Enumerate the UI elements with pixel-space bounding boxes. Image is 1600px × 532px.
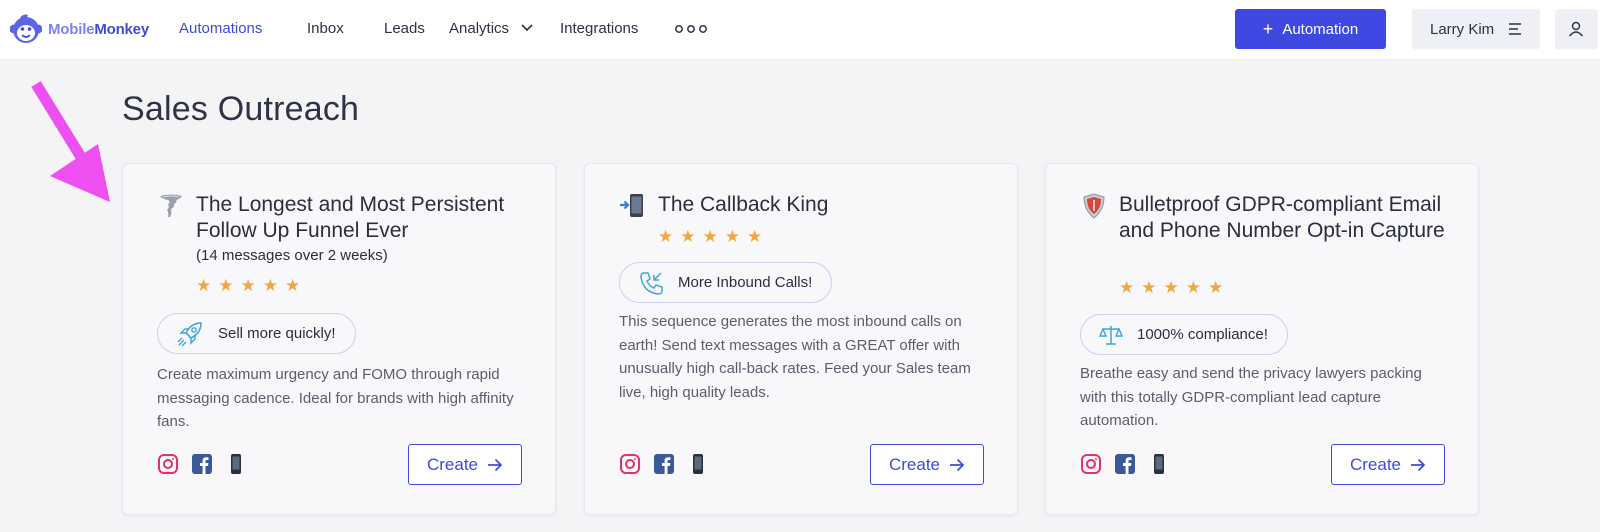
- nav-integrations[interactable]: Integrations: [560, 20, 638, 37]
- badge-label: More Inbound Calls!: [678, 274, 813, 291]
- star-rating: ★ ★ ★ ★ ★: [196, 277, 300, 294]
- new-automation-label: Automation: [1282, 20, 1359, 38]
- facebook-icon: [653, 453, 675, 475]
- badge-label: Sell more quickly!: [218, 325, 336, 342]
- sms-phone-icon: [1148, 453, 1170, 475]
- page-title: Sales Outreach: [122, 90, 360, 128]
- user-name: Larry Kim: [1430, 20, 1495, 38]
- star-rating: ★ ★ ★ ★ ★: [1119, 279, 1223, 296]
- template-card: The Longest and Most Persistent Follow U…: [122, 163, 556, 515]
- instagram-icon: [619, 453, 641, 475]
- create-button[interactable]: Create: [870, 444, 984, 485]
- mobile-phone-arrow-icon: [620, 194, 643, 217]
- star-icon: ★: [1163, 278, 1179, 297]
- user-icon: [1568, 21, 1584, 37]
- nav-inbox[interactable]: Inbox: [307, 20, 344, 37]
- new-automation-button[interactable]: + Automation: [1235, 9, 1386, 49]
- annotation-arrow-icon: [31, 81, 110, 202]
- nav-leads[interactable]: Leads: [384, 20, 425, 37]
- card-subtitle: (14 messages over 2 weeks): [196, 247, 388, 264]
- card-description: Create maximum urgency and FOMO through …: [157, 366, 514, 430]
- facebook-icon: [1114, 453, 1136, 475]
- nav-analytics[interactable]: Analytics: [449, 20, 509, 37]
- benefit-badge: More Inbound Calls!: [619, 262, 833, 303]
- create-label: Create: [1349, 454, 1402, 474]
- tornado-icon: [160, 194, 182, 217]
- nav-automations[interactable]: Automations: [179, 20, 262, 37]
- monkey-logo-icon: [10, 14, 42, 43]
- phone-incoming-icon: [640, 271, 663, 295]
- sms-phone-icon: [687, 453, 709, 475]
- rocket-icon: [177, 321, 202, 346]
- star-icon: ★: [1185, 278, 1201, 297]
- instagram-icon: [157, 453, 179, 475]
- channel-icons: [1080, 453, 1182, 475]
- card-title: The Callback King: [658, 193, 829, 216]
- card-description: Breathe easy and send the privacy lawyer…: [1080, 365, 1422, 429]
- arrow-right-icon: [950, 458, 965, 471]
- profile-button[interactable]: [1555, 9, 1598, 49]
- instagram-icon: [1080, 453, 1102, 475]
- chevron-down-icon[interactable]: [520, 23, 534, 33]
- star-icon: ★: [196, 276, 212, 295]
- template-card: Bulletproof GDPR-compliant Email and Pho…: [1045, 163, 1479, 515]
- star-icon: ★: [218, 276, 234, 295]
- star-rating: ★ ★ ★ ★ ★: [658, 228, 762, 245]
- star-icon: ★: [240, 276, 256, 295]
- sms-phone-icon: [225, 453, 247, 475]
- star-icon: ★: [285, 276, 301, 295]
- create-label: Create: [888, 454, 941, 474]
- create-button[interactable]: Create: [408, 444, 522, 485]
- star-icon: ★: [680, 227, 696, 246]
- star-icon: ★: [262, 276, 278, 295]
- top-nav: MobileMonkey Automations Inbox Leads Ana…: [0, 0, 1600, 60]
- facebook-icon: [191, 453, 213, 475]
- star-icon: ★: [702, 227, 718, 246]
- badge-label: 1000% compliance!: [1137, 326, 1268, 343]
- star-icon: ★: [724, 227, 740, 246]
- star-icon: ★: [1141, 278, 1157, 297]
- star-icon: ★: [658, 227, 674, 246]
- brand-name: MobileMonkey: [48, 20, 149, 38]
- brand-logo[interactable]: MobileMonkey: [10, 12, 149, 46]
- arrow-right-icon: [488, 458, 503, 471]
- star-icon: ★: [1208, 278, 1224, 297]
- arrow-right-icon: [1411, 458, 1426, 471]
- channel-icons: [619, 453, 721, 475]
- more-menu-icon[interactable]: [674, 24, 708, 34]
- benefit-badge: 1000% compliance!: [1080, 314, 1288, 355]
- card-description: This sequence generates the most inbound…: [619, 313, 971, 401]
- user-menu-button[interactable]: Larry Kim: [1412, 9, 1540, 49]
- card-title: The Longest and Most Persistent Follow U…: [196, 193, 505, 242]
- create-label: Create: [426, 454, 479, 474]
- star-icon: ★: [1119, 278, 1135, 297]
- scales-icon: [1099, 325, 1123, 345]
- channel-icons: [157, 453, 259, 475]
- template-card: The Callback King ★ ★ ★ ★ ★ More Inbound Cal…: [584, 163, 1018, 515]
- plus-icon: +: [1262, 19, 1274, 39]
- star-icon: ★: [747, 227, 763, 246]
- create-button[interactable]: Create: [1331, 444, 1445, 485]
- benefit-badge: Sell more quickly!: [157, 313, 356, 354]
- card-title: Bulletproof GDPR-compliant Email and Pho…: [1119, 193, 1445, 242]
- shield-icon: [1083, 193, 1105, 219]
- menu-lines-icon: [1509, 23, 1521, 35]
